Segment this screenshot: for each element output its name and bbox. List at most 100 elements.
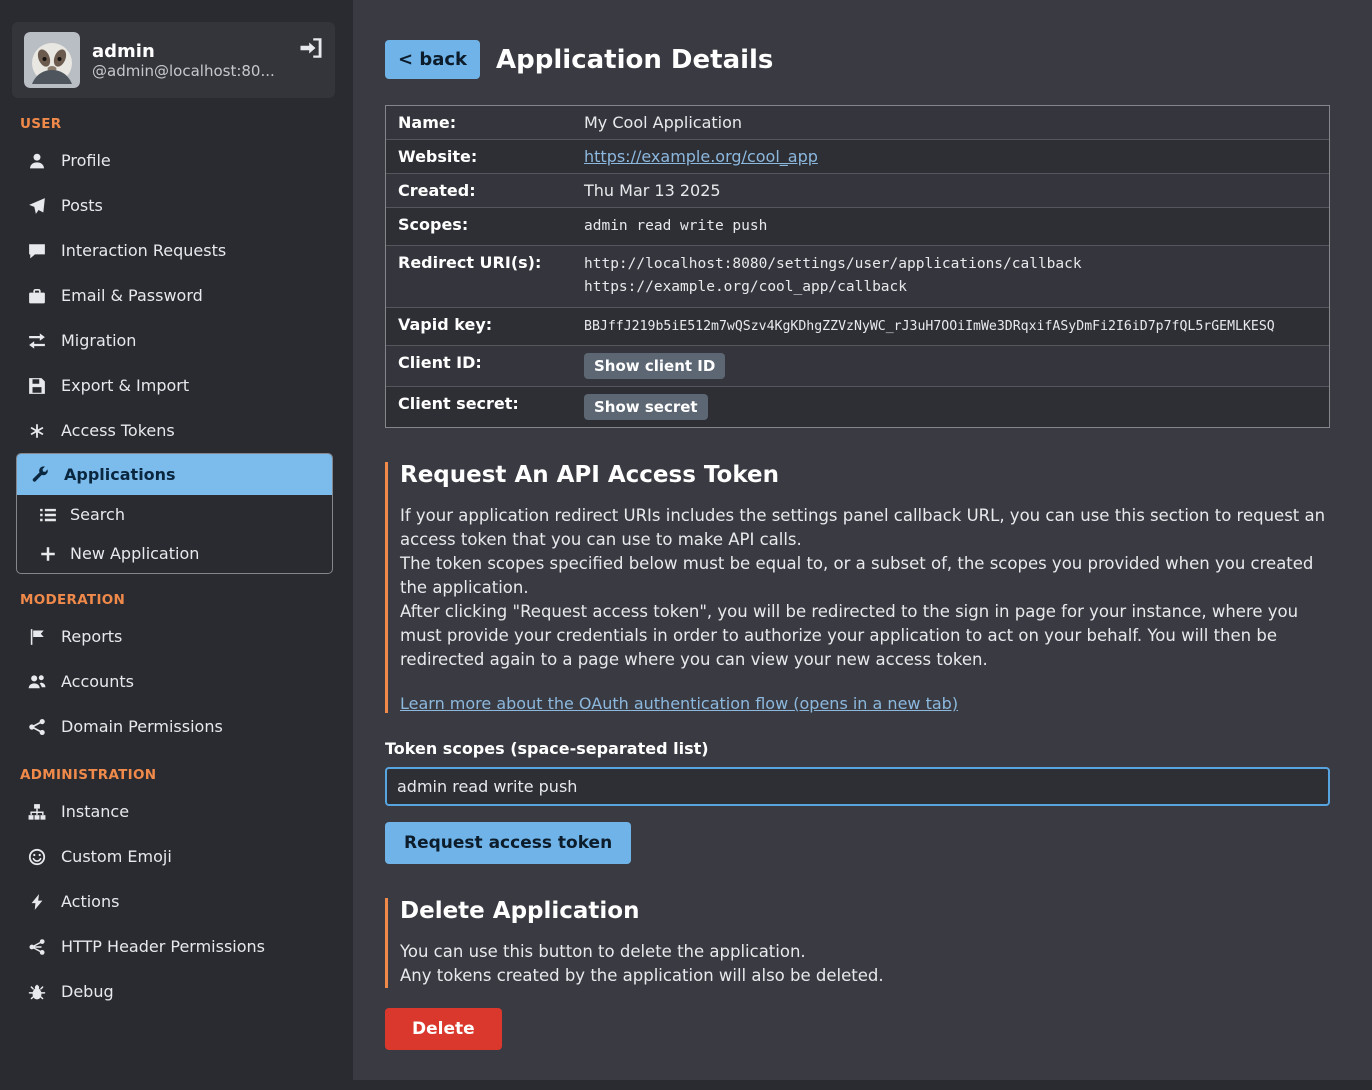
row-label: Vapid key: xyxy=(386,308,576,341)
user-name: admin xyxy=(92,41,287,62)
sidebar-item-applications-search[interactable]: Search xyxy=(17,495,332,534)
sidebar-item-label: Posts xyxy=(61,195,103,216)
request-token-title: Request An API Access Token xyxy=(400,462,1330,488)
sidebar-item-migration[interactable]: Migration xyxy=(0,318,345,363)
request-token-paragraph: After clicking "Request access token", y… xyxy=(400,600,1330,672)
sidebar-item-label: Domain Permissions xyxy=(61,716,223,737)
sidebar-section-moderation: MODERATION xyxy=(20,592,329,608)
delete-application-title: Delete Application xyxy=(400,898,1330,924)
list-icon xyxy=(39,506,57,524)
website-link[interactable]: https://example.org/cool_app xyxy=(584,147,818,166)
sidebar-item-label: HTTP Header Permissions xyxy=(61,936,265,957)
row-label: Scopes: xyxy=(386,208,576,241)
table-row-client-id: Client ID: Show client ID xyxy=(386,346,1329,387)
table-row-client-secret: Client secret: Show secret xyxy=(386,387,1329,427)
sidebar-item-label: Accounts xyxy=(61,671,134,692)
request-token-section: Request An API Access Token If your appl… xyxy=(385,462,1330,712)
sidebar: admin @admin@localhost:80... USER Profil… xyxy=(0,0,353,1090)
sidebar-item-applications-new[interactable]: New Application xyxy=(17,534,332,573)
paper-plane-icon xyxy=(28,197,46,215)
sidebar-item-label: Email & Password xyxy=(61,285,203,306)
request-token-paragraph: If your application redirect URIs includ… xyxy=(400,504,1330,552)
sidebar-item-label: Export & Import xyxy=(61,375,189,396)
sidebar-item-label: Applications xyxy=(64,465,176,484)
sidebar-item-label: Reports xyxy=(61,626,122,647)
table-row-created: Created: Thu Mar 13 2025 xyxy=(386,174,1329,208)
sidebar-item-label: Interaction Requests xyxy=(61,240,226,261)
bolt-icon xyxy=(28,893,46,911)
page-header: < back Application Details xyxy=(385,40,1330,79)
show-client-id-button[interactable]: Show client ID xyxy=(584,353,725,379)
vapid-key-value: BBJffJ219b5iE512m7wQSzv4KgKDhgZZVzNyWC_r… xyxy=(576,308,1329,346)
user-card[interactable]: admin @admin@localhost:80... xyxy=(12,22,335,98)
sidebar-item-label: Instance xyxy=(61,801,129,822)
app-name-value: My Cool Application xyxy=(576,106,1329,139)
page-title: Application Details xyxy=(496,45,773,75)
back-button[interactable]: < back xyxy=(385,40,480,79)
sidebar-item-http-header-permissions[interactable]: HTTP Header Permissions xyxy=(0,924,345,969)
delete-button[interactable]: Delete xyxy=(385,1008,502,1050)
asterisk-icon xyxy=(28,422,46,440)
sidebar-item-label: Search xyxy=(70,505,125,524)
row-label: Created: xyxy=(386,174,576,207)
sidebar-item-instance[interactable]: Instance xyxy=(0,789,345,834)
sidebar-item-access-tokens[interactable]: Access Tokens xyxy=(0,408,345,453)
show-secret-button[interactable]: Show secret xyxy=(584,394,708,420)
row-label: Redirect URI(s): xyxy=(386,246,576,279)
floppy-disk-icon xyxy=(28,377,46,395)
plus-icon xyxy=(39,545,57,563)
oauth-docs-link[interactable]: Learn more about the OAuth authenticatio… xyxy=(400,694,958,713)
table-row-redirect-uris: Redirect URI(s): http://localhost:8080/s… xyxy=(386,246,1329,307)
applications-group: Applications Search New Application xyxy=(16,453,333,574)
bug-icon xyxy=(28,983,46,1001)
main-content: < back Application Details Name: My Cool… xyxy=(353,0,1372,1080)
row-label: Client secret: xyxy=(386,387,576,420)
sidebar-item-interaction-requests[interactable]: Interaction Requests xyxy=(0,228,345,273)
redirect-uris-value: http://localhost:8080/settings/user/appl… xyxy=(576,246,1329,306)
user-info: admin @admin@localhost:80... xyxy=(92,41,287,80)
created-value: Thu Mar 13 2025 xyxy=(576,174,1329,207)
sitemap-icon xyxy=(28,803,46,821)
sidebar-item-email-password[interactable]: Email & Password xyxy=(0,273,345,318)
sidebar-item-applications[interactable]: Applications xyxy=(17,454,332,495)
sidebar-item-export-import[interactable]: Export & Import xyxy=(0,363,345,408)
sidebar-item-label: Debug xyxy=(61,981,114,1002)
request-access-token-button[interactable]: Request access token xyxy=(385,822,631,864)
sidebar-item-label: New Application xyxy=(70,544,199,563)
sidebar-item-label: Profile xyxy=(61,150,111,171)
table-row-vapid-key: Vapid key: BBJffJ219b5iE512m7wQSzv4KgKDh… xyxy=(386,308,1329,347)
table-row-name: Name: My Cool Application xyxy=(386,106,1329,140)
sidebar-item-label: Migration xyxy=(61,330,136,351)
user-icon xyxy=(28,152,46,170)
token-scopes-label: Token scopes (space-separated list) xyxy=(385,739,1330,758)
share-nodes-icon xyxy=(28,718,46,736)
sidebar-item-actions[interactable]: Actions xyxy=(0,879,345,924)
row-label: Client ID: xyxy=(386,346,576,379)
request-token-paragraph: The token scopes specified below must be… xyxy=(400,552,1330,600)
sidebar-item-label: Access Tokens xyxy=(61,420,175,441)
briefcase-icon xyxy=(28,287,46,305)
sidebar-item-custom-emoji[interactable]: Custom Emoji xyxy=(0,834,345,879)
sidebar-item-accounts[interactable]: Accounts xyxy=(0,659,345,704)
network-nodes-icon xyxy=(28,938,46,956)
delete-info-line: You can use this button to delete the ap… xyxy=(400,940,1330,964)
token-scopes-form: Token scopes (space-separated list) Requ… xyxy=(385,739,1330,864)
row-label: Website: xyxy=(386,140,576,173)
sidebar-item-posts[interactable]: Posts xyxy=(0,183,345,228)
redirect-uri: http://localhost:8080/settings/user/appl… xyxy=(584,253,1321,276)
sidebar-item-reports[interactable]: Reports xyxy=(0,614,345,659)
sidebar-item-domain-permissions[interactable]: Domain Permissions xyxy=(0,704,345,749)
flag-icon xyxy=(28,628,46,646)
application-details-table: Name: My Cool Application Website: https… xyxy=(385,105,1330,428)
row-label: Name: xyxy=(386,106,576,139)
sidebar-item-debug[interactable]: Debug xyxy=(0,969,345,1014)
wrench-icon xyxy=(31,466,49,484)
table-row-website: Website: https://example.org/cool_app xyxy=(386,140,1329,174)
delete-application-section: Delete Application You can use this butt… xyxy=(385,898,1330,988)
smiley-icon xyxy=(28,848,46,866)
token-scopes-input[interactable] xyxy=(385,767,1330,806)
sidebar-section-administration: ADMINISTRATION xyxy=(20,767,329,783)
logout-icon[interactable] xyxy=(299,36,323,60)
comment-icon xyxy=(28,242,46,260)
sidebar-item-profile[interactable]: Profile xyxy=(0,138,345,183)
